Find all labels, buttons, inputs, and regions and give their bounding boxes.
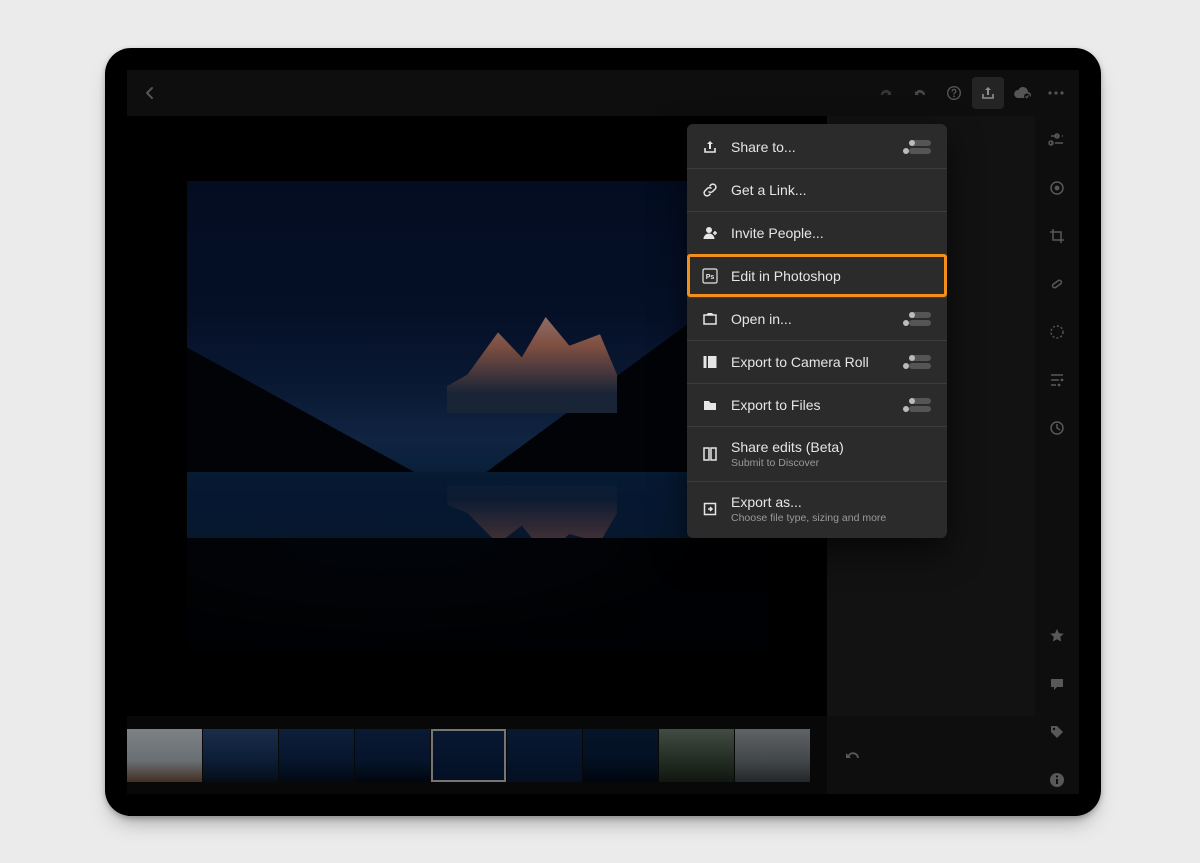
tag-icon[interactable] xyxy=(1043,718,1071,746)
options-toggle-icon[interactable] xyxy=(909,140,933,154)
menu-item-label: Edit in Photoshop xyxy=(731,268,933,284)
edited-photo xyxy=(187,181,767,651)
menu-item-edit-in-photoshop[interactable]: Ps Edit in Photoshop xyxy=(687,254,947,297)
share-icon xyxy=(701,138,719,156)
filmstrip-thumb[interactable] xyxy=(355,729,430,782)
menu-item-label: Get a Link... xyxy=(731,182,933,198)
menu-item-label: Invite People... xyxy=(731,225,933,241)
right-rail xyxy=(1035,116,1079,794)
menu-item-label: Export as... xyxy=(731,494,933,510)
mask-icon[interactable] xyxy=(1043,318,1071,346)
filmstrip-thumb[interactable] xyxy=(279,729,354,782)
versions-icon[interactable] xyxy=(1043,414,1071,442)
filmstrip-tools xyxy=(827,716,1035,794)
filmstrip-thumb[interactable] xyxy=(431,729,506,782)
share-menu: Share to... Get a Link... Invite People...… xyxy=(687,124,947,538)
open-in-icon xyxy=(701,310,719,328)
filmstrip-thumb[interactable] xyxy=(583,729,658,782)
menu-item-share-to[interactable]: Share to... xyxy=(687,126,947,168)
menu-item-export-to-files[interactable]: Export to Files xyxy=(687,383,947,426)
menu-item-sublabel: Choose file type, sizing and more xyxy=(731,512,933,524)
back-button[interactable] xyxy=(134,77,166,109)
photoshop-icon: Ps xyxy=(701,267,719,285)
redo-button[interactable] xyxy=(870,77,902,109)
undo-button[interactable] xyxy=(904,77,936,109)
top-toolbar xyxy=(127,70,1079,116)
filmstrip[interactable] xyxy=(127,716,827,794)
export-as-icon xyxy=(701,500,719,518)
heal-icon[interactable] xyxy=(1043,270,1071,298)
menu-item-share-edits-beta[interactable]: Share edits (Beta) Submit to Discover xyxy=(687,426,947,481)
crop-icon[interactable] xyxy=(1043,222,1071,250)
menu-item-invite-people[interactable]: Invite People... xyxy=(687,211,947,254)
rate-icon[interactable] xyxy=(1043,622,1071,650)
comments-icon[interactable] xyxy=(1043,670,1071,698)
filmstrip-thumb[interactable] xyxy=(203,729,278,782)
menu-item-sublabel: Submit to Discover xyxy=(731,457,933,469)
app-screen: Share to... Get a Link... Invite People...… xyxy=(127,70,1079,794)
share-edits-icon xyxy=(701,445,719,463)
menu-item-label: Export to Files xyxy=(731,397,897,413)
svg-text:Ps: Ps xyxy=(706,274,715,281)
share-button[interactable] xyxy=(972,77,1004,109)
filmstrip-thumb[interactable] xyxy=(127,729,202,782)
filmstrip-thumb[interactable] xyxy=(735,729,810,782)
help-button[interactable] xyxy=(938,77,970,109)
more-button[interactable] xyxy=(1040,77,1072,109)
menu-item-label: Share to... xyxy=(731,139,897,155)
menu-item-label: Share edits (Beta) xyxy=(731,439,933,455)
tablet-bezel: Share to... Get a Link... Invite People...… xyxy=(109,52,1097,812)
presets-icon[interactable] xyxy=(1043,366,1071,394)
camera-roll-icon xyxy=(701,353,719,371)
cloud-sync-button[interactable] xyxy=(1006,77,1038,109)
menu-item-export-as[interactable]: Export as... Choose file type, sizing and… xyxy=(687,481,947,536)
files-icon xyxy=(701,396,719,414)
options-toggle-icon[interactable] xyxy=(909,355,933,369)
menu-item-open-in[interactable]: Open in... xyxy=(687,297,947,340)
undo-history-icon[interactable] xyxy=(839,741,867,769)
filmstrip-thumb[interactable] xyxy=(659,729,734,782)
invite-icon xyxy=(701,224,719,242)
menu-item-label: Open in... xyxy=(731,311,897,327)
tablet-frame: Share to... Get a Link... Invite People...… xyxy=(105,48,1101,816)
filmstrip-thumb[interactable] xyxy=(507,729,582,782)
menu-item-label: Export to Camera Roll xyxy=(731,354,897,370)
info-icon[interactable] xyxy=(1043,766,1071,794)
adjust-icon[interactable] xyxy=(1043,126,1071,154)
options-toggle-icon[interactable] xyxy=(909,312,933,326)
menu-item-get-a-link[interactable]: Get a Link... xyxy=(687,168,947,211)
options-toggle-icon[interactable] xyxy=(909,398,933,412)
color-icon[interactable] xyxy=(1043,174,1071,202)
link-icon xyxy=(701,181,719,199)
menu-item-export-to-camera-roll[interactable]: Export to Camera Roll xyxy=(687,340,947,383)
